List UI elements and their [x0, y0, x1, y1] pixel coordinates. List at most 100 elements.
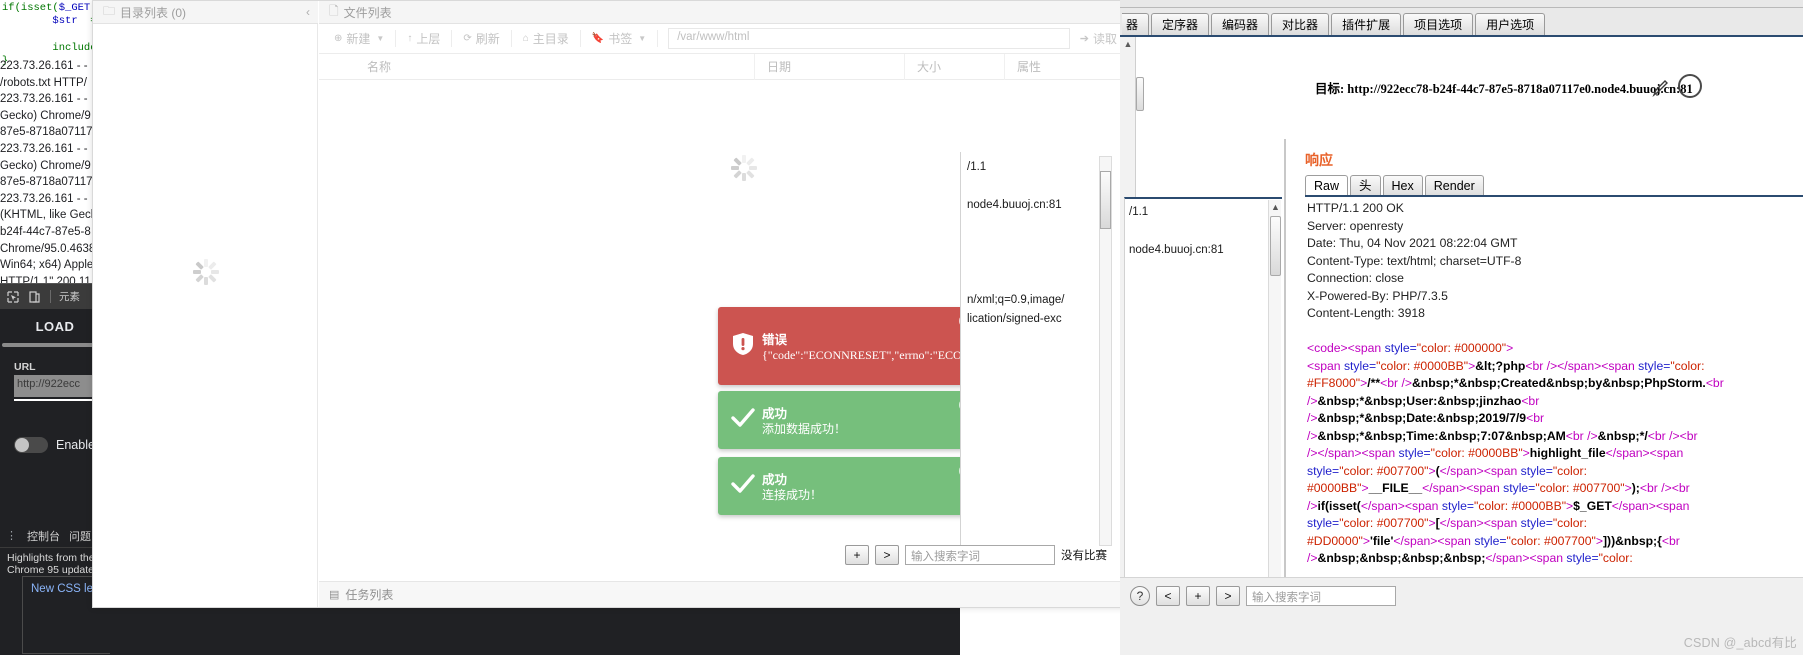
scroll-up-icon[interactable]: ▲ — [1122, 39, 1134, 51]
alert-shield-icon — [728, 332, 758, 361]
burp-request-scrollbar[interactable] — [1099, 156, 1112, 546]
target-label: 目标: — [1315, 82, 1345, 96]
column-name[interactable]: 名称 — [355, 53, 755, 80]
burp-suite-window: 器 定序器 编码器 对比器 插件扩展 项目选项 用户选项 ▲ /1.1 node… — [1120, 0, 1803, 655]
toolbar-divider — [579, 30, 581, 47]
plus-circle-icon: ⊕ — [334, 33, 343, 44]
burp-tab-extender[interactable]: 插件扩展 — [1331, 13, 1402, 35]
burp-content-pane: ▲ /1.1 node4.buuoj.cn:81 ▲ 响应 Raw 头 Hex … — [1120, 37, 1803, 655]
mid-add-button[interactable]: + — [845, 545, 869, 565]
response-raw-content[interactable]: HTTP/1.1 200 OK Server: openresty Date: … — [1307, 200, 1803, 580]
burp-request-preview-text: /1.1 node4.buuoj.cn:81 n/xml;q=0.9,image… — [967, 161, 1065, 325]
no-match-label: 没有比赛 — [1061, 550, 1107, 562]
device-toolbar-icon[interactable] — [28, 290, 42, 304]
response-tab-hex[interactable]: Hex — [1382, 175, 1423, 195]
scrollbar-thumb[interactable] — [1270, 216, 1281, 276]
response-section-label: 响应 — [1305, 152, 1333, 168]
toolbar-divider — [395, 30, 397, 47]
arrow-up-icon: ↑ — [407, 33, 413, 44]
burp-tab-project-options[interactable]: 项目选项 — [1403, 13, 1474, 35]
column-select — [319, 54, 355, 80]
bookmark-button[interactable]: 🔖 书签 ▼ — [583, 28, 655, 50]
next-match-button[interactable]: > — [1216, 586, 1240, 606]
file-panel-title: 文件列表 — [343, 5, 392, 20]
response-tab-render[interactable]: Render — [1424, 175, 1484, 195]
toast-success-connect[interactable]: 成功 连接成功！ ✕ — [718, 457, 980, 515]
toast-success-connect-title: 成功 — [762, 473, 788, 487]
enable-toggle-row[interactable]: Enable — [14, 437, 95, 453]
loading-spinner-icon — [731, 155, 757, 181]
mid-search-input[interactable]: 输入搜索字词 — [905, 545, 1055, 565]
tab-issues[interactable]: 问题 — [69, 528, 91, 544]
up-button-label: 上层 — [416, 32, 441, 46]
file-icon: 🗋 — [329, 3, 339, 18]
burp-tab-sequencer-cut[interactable]: 器 — [1122, 13, 1150, 35]
directory-panel-header: 🗀 目录列表 (0) — [93, 1, 318, 24]
column-size[interactable]: 大小 — [905, 53, 1005, 80]
burp-request-scrollbar[interactable]: ▲ — [1268, 200, 1281, 579]
chevron-down-icon[interactable]: ▼ — [638, 34, 646, 43]
tab-elements[interactable]: 元素 — [59, 289, 80, 304]
check-icon — [728, 407, 758, 433]
burp-request-panel: /1.1 node4.buuoj.cn:81 ▲ — [1124, 197, 1282, 579]
inspect-cursor-icon[interactable] — [6, 290, 20, 304]
burp-tab-comparer[interactable]: 对比器 — [1271, 13, 1330, 35]
chevron-down-icon[interactable]: ▼ — [376, 34, 384, 43]
midwindow-footer-controls: + > 输入搜索字词 没有比赛 — [845, 545, 1107, 565]
arrow-right-icon: ➔ — [1079, 33, 1089, 45]
folder-icon: 🗀 — [103, 3, 116, 18]
prev-match-button[interactable]: < — [1156, 586, 1180, 606]
pane-drag-handle[interactable] — [1136, 77, 1144, 111]
home-icon: ⌂ — [522, 33, 529, 44]
toolbar-divider — [451, 30, 453, 47]
question-mark-icon[interactable]: ? — [1130, 586, 1150, 606]
task-list-bar[interactable]: ▤ 任务列表 — [319, 581, 1135, 607]
watermark-text: CSDN @_abcd有比 — [1683, 636, 1797, 650]
column-date[interactable]: 日期 — [755, 53, 905, 80]
toast-error[interactable]: 错误 {"code":"ECONNRESET","errno":"ECONNRE… — [718, 307, 1106, 385]
burp-request-text: /1.1 node4.buuoj.cn:81 — [1129, 206, 1224, 256]
path-input[interactable]: /var/www/html — [668, 28, 1070, 49]
column-attributes[interactable]: 属性 — [1005, 54, 1135, 80]
mid-next-button[interactable]: > — [875, 545, 899, 565]
directory-panel-title: 目录列表 (0) — [120, 5, 187, 20]
refresh-button[interactable]: ⟳ 刷新 — [454, 28, 508, 50]
home-directory-button[interactable]: ⌂ 主目录 — [514, 28, 578, 50]
burp-tab-user-options[interactable]: 用户选项 — [1475, 13, 1546, 35]
scroll-up-icon[interactable]: ▲ — [1271, 202, 1280, 212]
toast-success-add[interactable]: 成功 添加数据成功！ ✕ — [718, 391, 980, 449]
bookmark-button-label: 书签 — [608, 32, 633, 46]
file-table-header: 名称 日期 大小 属性 — [319, 53, 1135, 80]
burp-request-preview: /1.1 node4.buuoj.cn:81 n/xml;q=0.9,image… — [960, 152, 1128, 552]
loading-spinner-icon — [193, 259, 219, 285]
more-options-icon[interactable]: ⋮ — [6, 529, 18, 542]
file-panel-header: 🗋 文件列表 — [319, 1, 1135, 24]
new-button[interactable]: ⊕ 新建 ▼ — [325, 28, 393, 50]
screen-root: if(isset($_GET['f $str = include } 223.7… — [0, 0, 1803, 655]
toast-success-add-body: 成功 添加数据成功！ — [758, 403, 968, 437]
circle-icon[interactable] — [1678, 74, 1702, 98]
target-url: http://922ecc78-b24f-44c7-87e5-8718a0711… — [1347, 82, 1693, 96]
burp-pane-splitter[interactable] — [1284, 139, 1286, 579]
enable-toggle[interactable] — [14, 437, 48, 453]
burp-tab-strip[interactable]: 器 定序器 编码器 对比器 插件扩展 项目选项 用户选项 — [1120, 8, 1803, 35]
chevron-left-icon[interactable]: ‹ — [300, 4, 316, 20]
response-body-highlighted: <code><span style="color: #000000"> <spa… — [1307, 341, 1724, 565]
target-label-row: 目标: http://922ecc78-b24f-44c7-87e5-8718a… — [1315, 78, 1693, 97]
check-icon — [728, 473, 758, 499]
scrollbar-thumb[interactable] — [1100, 171, 1111, 229]
burp-title-strip — [1120, 0, 1803, 8]
toast-success-connect-message: 连接成功！ — [762, 488, 823, 502]
up-button[interactable]: ↑ 上层 — [398, 28, 449, 50]
burp-tab-decoder[interactable]: 编码器 — [1211, 13, 1270, 35]
burp-tab-sequencer[interactable]: 定序器 — [1151, 13, 1210, 35]
response-tab-headers[interactable]: 头 — [1350, 175, 1381, 195]
response-headers-text: HTTP/1.1 200 OK Server: openresty Date: … — [1307, 201, 1522, 320]
toolbar-divider — [510, 30, 512, 47]
search-input[interactable]: 输入搜索字词 — [1246, 586, 1396, 606]
add-match-button[interactable]: + — [1186, 586, 1210, 606]
response-tab-raw[interactable]: Raw — [1305, 175, 1349, 195]
edit-pencil-icon[interactable] — [1651, 78, 1669, 103]
tab-console[interactable]: 控制台 — [27, 528, 60, 544]
response-tab-strip[interactable]: Raw 头 Hex Render — [1305, 175, 1486, 195]
